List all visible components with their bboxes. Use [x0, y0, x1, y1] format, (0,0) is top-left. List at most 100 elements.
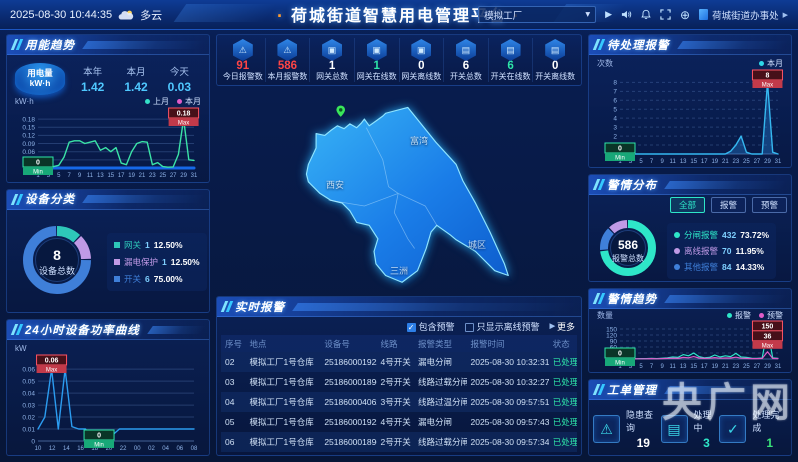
- workorder-item[interactable]: ▤ 处理中 3: [661, 408, 720, 450]
- chevron-right-icon: ▶: [550, 322, 555, 330]
- switch-icon: ▤: [456, 39, 476, 61]
- play-icon[interactable]: ▶: [605, 10, 612, 19]
- stat-label: 开关离线数: [535, 73, 575, 81]
- svg-text:21: 21: [139, 173, 146, 179]
- svg-text:21: 21: [722, 364, 729, 370]
- panel-title: 24小时设备功率曲线: [25, 322, 140, 338]
- svg-text:7: 7: [650, 159, 654, 165]
- svg-text:25: 25: [159, 173, 166, 179]
- switch-online-icon: ▤: [501, 39, 521, 61]
- panel-header-slash-icon: [13, 39, 20, 50]
- checkbox-unchecked-icon[interactable]: [465, 323, 474, 332]
- svg-text:5: 5: [613, 107, 617, 114]
- filter-button[interactable]: 预警: [752, 197, 787, 213]
- legend-item: 报警: [727, 310, 751, 321]
- svg-text:13: 13: [680, 159, 687, 165]
- filter-offline-only[interactable]: 只显示离线预警: [465, 320, 540, 333]
- globe-icon[interactable]: ⊕: [680, 9, 690, 21]
- stat-label: 今日报警数: [223, 73, 263, 81]
- distribution-legend: 分闸报警 432 73.72% 离线报警 70 11.95% 其他报警 84: [667, 223, 776, 279]
- svg-text:0.06: 0.06: [22, 149, 35, 156]
- stat-label: 网关离线数: [401, 73, 441, 81]
- fullscreen-icon[interactable]: [660, 9, 671, 20]
- svg-text:0.15: 0.15: [22, 125, 35, 132]
- org-menu[interactable]: 荷城街道办事处 ▶: [699, 8, 788, 22]
- svg-text:13: 13: [97, 173, 104, 179]
- svg-text:6: 6: [613, 98, 617, 105]
- pending-area-chart: 0123456781357911131517192123252729318Max…: [595, 69, 785, 165]
- stat-item: ▣ 1 网关总数: [310, 38, 355, 82]
- table-row[interactable]: 05模拟工厂1号仓库251860001922 4号开关漏电分闸2025-08-3…: [221, 412, 577, 432]
- panel-header-decoration: [292, 303, 578, 311]
- svg-text:0.09: 0.09: [22, 141, 35, 148]
- table-row[interactable]: 04模拟工厂1号仓库251860004062 3号开关线路过温分闸2025-08…: [221, 392, 577, 412]
- panel-header-decoration: [664, 181, 788, 189]
- table-header: 序号地点设备号线路报警类型报警时间状态: [221, 335, 577, 352]
- panel-title: 警情分布: [607, 177, 657, 193]
- panel-header-slash-icon: [595, 39, 602, 50]
- svg-text:10: 10: [35, 446, 42, 452]
- svg-text:150: 150: [606, 327, 617, 334]
- svg-text:Min: Min: [94, 443, 104, 449]
- gateway-offline-icon: ▣: [411, 39, 431, 61]
- energy-summary-item: 今天 0.03: [168, 64, 191, 94]
- status-badge: 已处理: [549, 376, 577, 388]
- filter-include-warnings[interactable]: ✓包含预警: [407, 320, 455, 333]
- workorder-value: 1: [766, 436, 773, 450]
- svg-text:0.05: 0.05: [22, 379, 35, 386]
- y-axis-label: 数量: [597, 310, 613, 321]
- panel-alarm-trend: 警情趋势 数量 报警预警 030609012015013579111315171…: [588, 288, 792, 373]
- switch-offline-icon: ▤: [545, 39, 565, 61]
- alarm-bell-icon: ⚠: [233, 39, 253, 61]
- svg-text:23: 23: [149, 173, 156, 179]
- svg-text:08: 08: [191, 446, 198, 452]
- y-axis-label: kW: [15, 344, 27, 353]
- device-donut-chart: 8 设备总数: [13, 216, 101, 309]
- svg-text:9: 9: [660, 159, 664, 165]
- svg-text:11: 11: [670, 364, 677, 370]
- bell-icon[interactable]: [641, 9, 651, 20]
- workorder-item[interactable]: ✓ 处理完成 1: [719, 408, 787, 450]
- legend-item: 本月: [759, 58, 783, 69]
- district-map[interactable]: 富湾西安城区三洲: [216, 92, 582, 290]
- svg-text:14: 14: [63, 446, 70, 452]
- legend-item: 开关 6 75.00%: [114, 273, 200, 285]
- table-row[interactable]: 03模拟工厂1号仓库251860001896 2号开关线路过载分闸2025-08…: [221, 372, 577, 392]
- panel-title: 警情趋势: [607, 291, 657, 307]
- table-row[interactable]: 06模拟工厂1号仓库251860001896 2号开关线路过载分闸2025-08…: [221, 432, 577, 452]
- svg-text:5: 5: [639, 159, 643, 165]
- column-header: 报警时间: [467, 338, 549, 350]
- energy-unit-badge: 用电量 kW·h: [15, 63, 65, 95]
- svg-text:7: 7: [613, 89, 617, 96]
- table-row[interactable]: 02模拟工厂1号仓库251860001922 4号开关漏电分闸2025-08-3…: [221, 352, 577, 372]
- site-selector-dropdown[interactable]: 模拟工厂 ▾: [478, 6, 596, 23]
- svg-text:19: 19: [711, 159, 718, 165]
- more-link[interactable]: ▶更多: [550, 320, 575, 333]
- svg-text:29: 29: [180, 173, 187, 179]
- svg-text:0.01: 0.01: [22, 427, 35, 434]
- workorder-label: 处理中: [694, 408, 720, 434]
- status-badge: 已处理: [549, 416, 577, 428]
- svg-text:0.06: 0.06: [22, 367, 35, 374]
- power-line-chart: 00.010.020.030.040.050.06101214161820220…: [13, 354, 201, 452]
- panel-header-slash-icon: [13, 324, 20, 335]
- location-pin-icon: [336, 106, 345, 117]
- stat-item: ⚠ 91 今日报警数: [221, 38, 266, 82]
- panel-header-decoration: [677, 41, 788, 49]
- weather-icon: [118, 9, 134, 21]
- checkbox-checked-icon[interactable]: ✓: [407, 323, 416, 332]
- panel-header-slash-icon: [595, 179, 602, 190]
- workorder-item[interactable]: ⚠ 隐患查询 19: [593, 408, 661, 450]
- stat-item: ▤ 6 开关总数: [444, 38, 489, 82]
- panel-header-decoration: [82, 41, 206, 49]
- filter-button[interactable]: 报警: [711, 197, 746, 213]
- svg-text:29: 29: [764, 159, 771, 165]
- speaker-icon[interactable]: [621, 9, 632, 20]
- clipboard-icon: ▤: [661, 415, 688, 443]
- panel-header-decoration: [664, 386, 788, 394]
- y-axis-label: kW·h: [15, 97, 34, 106]
- svg-text:90: 90: [610, 339, 618, 346]
- stat-item: ▣ 1 网关在线数: [355, 38, 400, 82]
- stat-label: 网关在线数: [357, 73, 397, 81]
- filter-button[interactable]: 全部: [670, 197, 705, 213]
